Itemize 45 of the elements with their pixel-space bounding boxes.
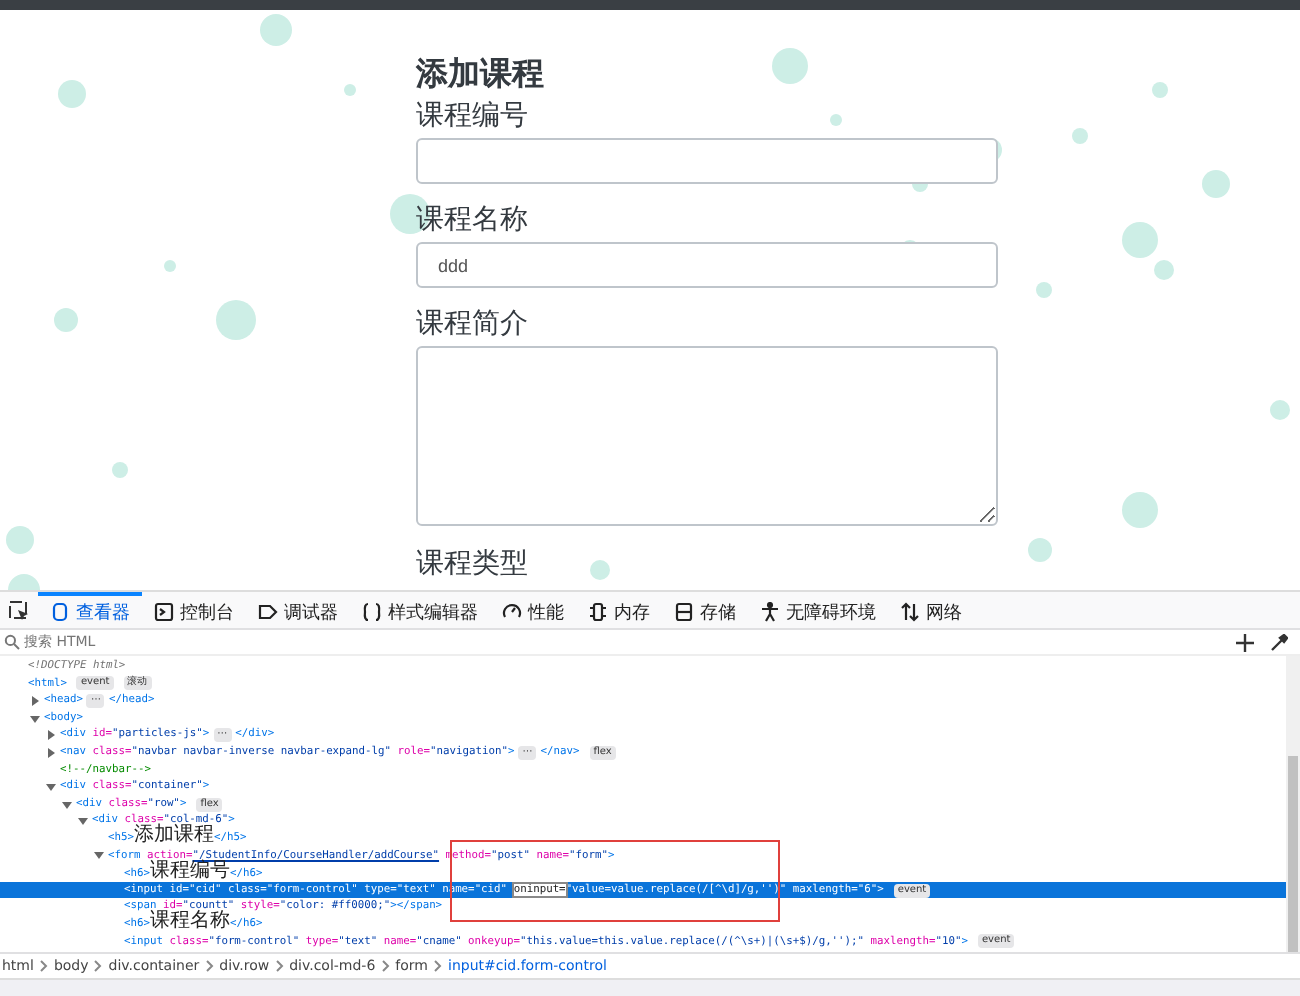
devtools-tab[interactable]: 无障碍环境 bbox=[748, 592, 888, 628]
chevron-icon bbox=[434, 960, 442, 972]
devtools-tab[interactable]: 性能 bbox=[490, 592, 576, 628]
caret-icon[interactable] bbox=[61, 799, 71, 810]
caret-icon[interactable] bbox=[93, 850, 103, 861]
caret-icon[interactable] bbox=[45, 730, 55, 741]
input-field[interactable] bbox=[416, 138, 998, 184]
person-icon bbox=[760, 602, 780, 622]
pick-element-icon[interactable] bbox=[8, 599, 30, 621]
braces-icon bbox=[362, 602, 382, 622]
caret-icon[interactable] bbox=[77, 816, 87, 827]
chevron-icon bbox=[275, 960, 284, 972]
gauge-icon bbox=[502, 602, 522, 622]
page-heading: 添加课程 bbox=[416, 54, 546, 94]
devtools-tab[interactable]: 存储 bbox=[662, 592, 748, 628]
input-field[interactable]: ddd bbox=[416, 242, 998, 288]
devtools-tab[interactable]: 调试器 bbox=[246, 592, 350, 628]
devtools-tab[interactable]: 内存 bbox=[576, 592, 662, 628]
eyedropper-icon[interactable] bbox=[1270, 633, 1288, 651]
devtools-tab[interactable]: 样式编辑器 bbox=[350, 592, 490, 628]
chevron-icon bbox=[94, 960, 103, 972]
caret-icon[interactable] bbox=[29, 713, 39, 724]
field-label: 课程编号 bbox=[416, 98, 530, 134]
chevron-icon bbox=[381, 960, 390, 972]
textarea-field[interactable] bbox=[416, 346, 998, 526]
caret-icon[interactable] bbox=[45, 781, 55, 792]
field-label: 课程名称 bbox=[416, 202, 530, 238]
add-icon[interactable] bbox=[1236, 633, 1254, 651]
devtools-tab[interactable]: 控制台 bbox=[142, 592, 246, 628]
field-label: 课程类型 bbox=[416, 546, 530, 582]
rounded-rect-icon bbox=[50, 602, 70, 622]
devtools-tab[interactable]: 网络 bbox=[888, 592, 974, 628]
field-label: 课程简介 bbox=[416, 306, 530, 342]
chevron-icon bbox=[205, 960, 214, 972]
up-down-arrows-icon bbox=[900, 602, 920, 622]
chip-icon bbox=[588, 602, 608, 622]
tag-shape-icon bbox=[258, 602, 278, 622]
console-icon bbox=[154, 602, 174, 622]
devtools-tab[interactable]: 查看器 bbox=[38, 592, 142, 628]
storage-icon bbox=[674, 602, 694, 622]
chevron-icon bbox=[39, 960, 48, 972]
search-icon bbox=[4, 634, 20, 650]
caret-icon[interactable] bbox=[29, 695, 39, 706]
scrollbar[interactable] bbox=[1286, 656, 1300, 952]
caret-icon[interactable] bbox=[45, 747, 55, 758]
